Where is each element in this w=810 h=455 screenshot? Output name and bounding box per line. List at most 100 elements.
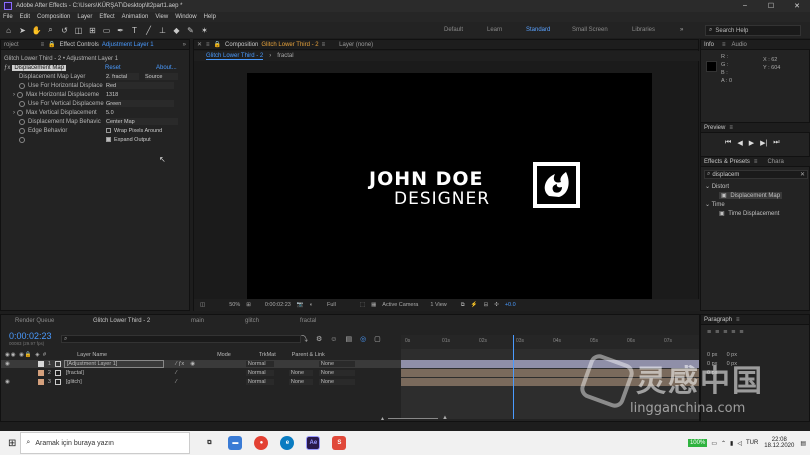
fx-toggle-icon[interactable]: ƒx [4,65,10,71]
taskbar-search-input[interactable]: ⌕ Aramak için buraya yazın [20,432,191,454]
paragraph-tab[interactable]: Paragraph [704,317,732,323]
task-view-icon[interactable]: ⧉ [202,436,216,450]
home-icon[interactable]: ⌂ [3,25,14,36]
camera-tool-icon[interactable]: ◫ [73,25,84,36]
stopwatch-icon[interactable] [17,91,23,98]
maximize-button[interactable]: ☐ [758,2,784,10]
justify-icon[interactable]: ≡ [731,329,735,336]
menu-view[interactable]: View [155,14,168,20]
fx-group-time[interactable]: ⌄ Time [705,201,725,208]
menu-animation[interactable]: Animation [122,14,149,20]
horizontal-channel-dropdown[interactable]: Red [106,82,174,89]
next-frame-icon[interactable]: ▶| [760,139,767,147]
rectangle-tool-icon[interactable]: ▭ [101,25,112,36]
about-link[interactable]: About... [156,65,177,71]
character-tab[interactable]: Chara [767,159,783,165]
always-preview-icon[interactable]: ◫ [200,302,205,308]
graph-editor-icon[interactable]: ▢ [374,335,381,343]
align-left-icon[interactable]: ≡ [707,329,711,336]
expand-output-checkbox[interactable]: Expand Output [106,136,151,143]
selection-tool-icon[interactable]: ➤ [17,25,28,36]
align-right-icon[interactable]: ≡ [723,329,727,336]
eraser-tool-icon[interactable]: ◆ [171,25,182,36]
layer-switches[interactable]: ⁄ [176,370,246,376]
after-effects-icon[interactable]: Ae [306,436,321,450]
panel-menu-icon[interactable]: ≡ [729,125,733,131]
lock-icon[interactable]: 🔒 [48,41,55,48]
timeline-search-input[interactable]: ⌕ [61,335,301,343]
subtab-glitch-lower-third[interactable]: Glitch Lower Third - 2 [206,53,264,60]
zoom-dropdown[interactable]: 50% [229,302,240,308]
clone-stamp-tool-icon[interactable]: ⊥ [157,25,168,36]
stopwatch-icon[interactable] [17,109,23,116]
zoom-out-icon[interactable]: ▴ [381,415,384,422]
color-channel-icon[interactable]: ◐ [310,302,313,308]
stopwatch-icon[interactable] [19,136,25,143]
menu-layer[interactable]: Layer [77,14,92,20]
motion-blur-icon[interactable]: ◎ [360,335,366,343]
layer-name[interactable]: [Adjustment Layer 1] [63,360,164,368]
panel-expand-icon[interactable]: » [183,42,186,48]
stopwatch-icon[interactable] [19,100,25,107]
info-tab[interactable]: Info [704,42,714,48]
type-tool-icon[interactable]: T [129,25,140,36]
first-frame-icon[interactable]: ⏮ [725,139,731,147]
notifications-icon[interactable]: ▤ [800,440,806,447]
preview-tab[interactable]: Preview [704,125,725,131]
file-explorer-icon[interactable]: ▬ [228,436,243,450]
layer-mode-dropdown[interactable]: Normal [245,379,274,385]
menu-file[interactable]: File [3,14,13,20]
current-time-display[interactable]: 0:00:02:23 [9,331,52,341]
layer-trkmat-dropdown[interactable]: None [288,370,313,376]
effect-row-displacement-map[interactable]: ƒx Displacement Map Reset About... [1,63,177,72]
effect-controls-tab[interactable]: Effect Controls [60,42,99,48]
clear-search-icon[interactable]: ✕ [800,171,805,178]
map-layer-dropdown[interactable]: 2. fractal [106,73,139,80]
puppet-tool-icon[interactable]: ✶ [199,25,210,36]
collapse-arrow-icon[interactable]: ⌄ [705,202,710,208]
snapshot-icon[interactable]: 📷 [297,302,304,308]
workspace-libraries[interactable]: Libraries [632,27,655,33]
collapse-arrow-icon[interactable]: ⌄ [705,184,710,190]
justify-all-icon[interactable]: ≡ [739,329,743,336]
stopwatch-icon[interactable] [19,82,25,89]
roto-brush-tool-icon[interactable]: ✎ [185,25,196,36]
tab-glitch-lower-third[interactable]: Glitch Lower Third - 2 [93,318,150,324]
panel-menu-icon[interactable]: ≡ [754,159,758,165]
menu-help[interactable]: Help [204,14,216,20]
checkbox-checked-icon[interactable] [106,137,111,142]
region-icon[interactable]: ⬚ [360,302,365,308]
search-help-input[interactable]: ⌕ Search Help [705,25,801,36]
effects-search-input[interactable]: ⌕ displacem ✕ [704,170,808,179]
tab-glitch[interactable]: glitch [245,318,259,324]
checkbox-icon[interactable] [106,128,111,133]
fx-item-displacement-map[interactable]: ▣ Displacement Map [719,192,783,199]
layer-mode-dropdown[interactable]: Normal [245,370,274,376]
frame-blend-icon[interactable]: ▤ [345,335,352,343]
battery-badge[interactable]: 100% [687,439,708,447]
zoom-tool-icon[interactable]: ⌕ [45,25,56,36]
draft-3d-icon[interactable]: ⚙ [316,335,322,343]
minimize-button[interactable]: – [732,2,758,10]
label-color-swatch[interactable] [37,370,44,376]
layer-parent-dropdown[interactable]: None [318,379,355,385]
layer-switches[interactable]: ⁄ ƒx ◉ [176,361,246,367]
volume-icon[interactable]: ◁ [737,440,742,447]
fx-group-distort[interactable]: ⌄ Distort [705,183,729,190]
flowchart-icon[interactable]: ⊟ [484,302,489,308]
map-behavior-dropdown[interactable]: Center Map [106,118,178,125]
reset-exposure-icon[interactable]: ✣ [494,302,499,308]
layer-row-1[interactable]: ◉ 1 [Adjustment Layer 1] ⁄ ƒx ◉ Normal N… [1,360,401,368]
quality-dropdown[interactable]: Full [327,302,336,308]
composition-tab[interactable]: Composition [225,42,258,48]
start-icon[interactable]: ⊞ [8,438,16,449]
layer-trkmat-dropdown[interactable]: None [288,379,313,385]
play-icon[interactable]: ▶ [749,139,754,147]
layer-mode-dropdown[interactable]: Normal [245,361,274,367]
clock[interactable]: 22:08 18.12.2020 [764,437,794,449]
pen-tool-icon[interactable]: ✒ [115,25,126,36]
lock-icon[interactable]: 🔒 [214,41,221,48]
playhead[interactable] [513,335,515,419]
view-layout-dropdown[interactable]: 1 View [430,302,446,308]
current-time-display[interactable]: 0:00:02:23 [265,302,291,308]
